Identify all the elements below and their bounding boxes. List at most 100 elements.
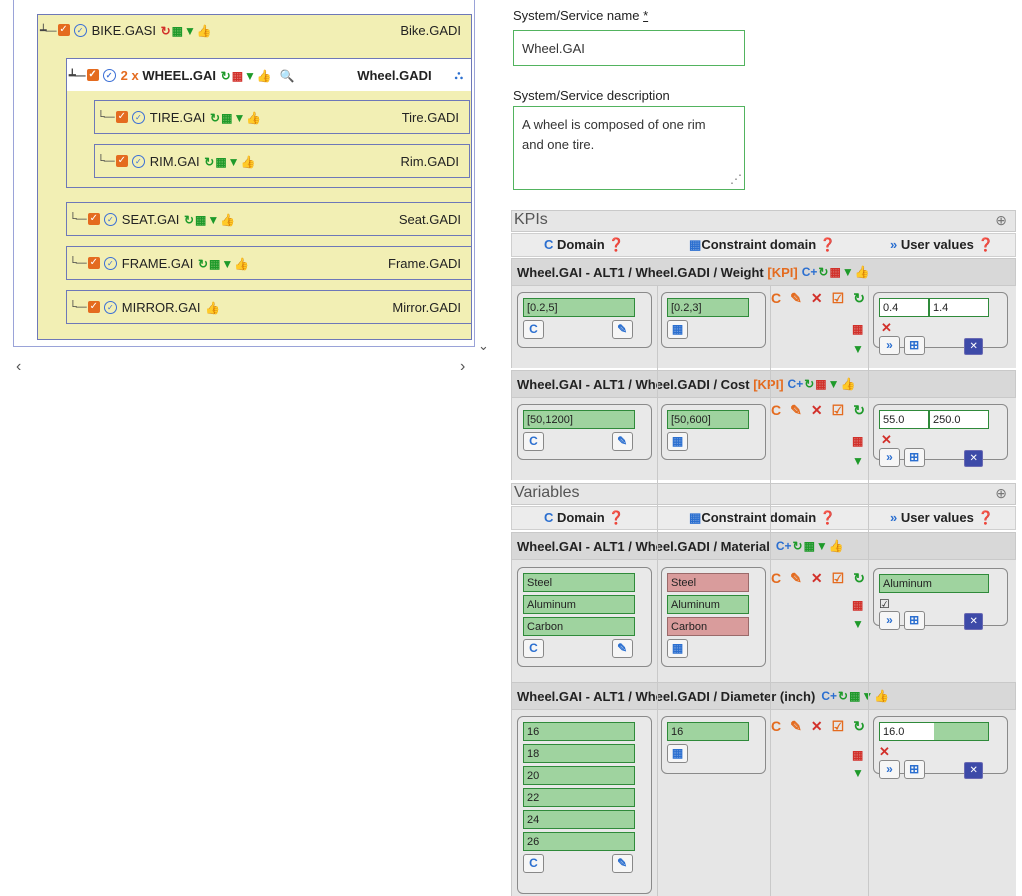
filter-icon[interactable]: ▼ (233, 111, 245, 125)
filter-icon[interactable]: ▼ (842, 265, 854, 279)
name-input[interactable]: Wheel.GAI (513, 30, 745, 66)
scroll-right-icon[interactable]: › (460, 358, 465, 376)
constraint-value[interactable]: [50,600] (667, 410, 749, 429)
calculator-icon[interactable]: ▦ (852, 748, 863, 762)
delete-icon[interactable]: ✕ (811, 402, 823, 419)
user-value[interactable]: Aluminum (879, 574, 989, 593)
user-min[interactable]: 55.0 (879, 410, 929, 429)
calculator-icon[interactable]: ▦ (209, 257, 220, 271)
edit-button[interactable]: ✎ (611, 432, 633, 451)
filter-icon[interactable]: ▼ (244, 69, 256, 83)
refresh-button[interactable]: C (523, 854, 544, 873)
refresh-icon[interactable]: ↻ (198, 257, 208, 271)
calculator-icon[interactable]: ▦ (221, 111, 232, 125)
filter-icon[interactable]: ▼ (184, 24, 196, 38)
delete-icon[interactable]: ✕ (811, 290, 823, 307)
filter-icon[interactable]: ▼ (221, 257, 233, 271)
remove-icon[interactable]: ✕ (881, 432, 892, 447)
thumbs-up-icon[interactable]: 👍 (241, 155, 256, 169)
thumbs-up-icon[interactable]: 👍 (829, 539, 844, 553)
edit-button[interactable]: ✎ (611, 320, 633, 339)
calculator-icon[interactable]: ▦ (172, 24, 183, 38)
calculator-icon[interactable]: ▦ (852, 598, 863, 612)
domain-value[interactable]: [0.2,5] (523, 298, 635, 317)
edit-icon[interactable]: ✎ (790, 570, 802, 587)
resize-handle-icon[interactable]: ⋰ (730, 172, 742, 186)
help-icon[interactable]: ❓ (977, 510, 993, 525)
calculator-icon[interactable]: ▦ (195, 213, 206, 227)
collapse-icon[interactable]: ⊕ (995, 485, 1007, 502)
check-icon[interactable]: ☑ (832, 402, 845, 419)
refresh-icon[interactable]: ↻ (793, 539, 803, 553)
help-icon[interactable]: ❓ (977, 237, 993, 252)
remove-icon[interactable]: ✕ (879, 744, 890, 759)
check-icon[interactable]: ✓ (86, 69, 99, 81)
filter-icon[interactable]: ▼ (852, 342, 864, 356)
refresh-icon[interactable]: ↻ (221, 69, 231, 83)
refresh-button[interactable]: C (523, 432, 544, 451)
add-button[interactable]: ⊞ (903, 760, 925, 779)
filter-icon[interactable]: ▼ (852, 617, 864, 631)
remove-icon[interactable]: ✕ (881, 320, 892, 335)
domain-value[interactable]: 24 (523, 810, 635, 829)
refresh-icon[interactable]: ↻ (804, 377, 814, 391)
domain-value[interactable]: Steel (523, 573, 635, 592)
delete-icon[interactable]: ✕ (811, 570, 823, 587)
calculator-icon[interactable]: ▦ (852, 434, 863, 448)
node-gadi[interactable]: Rim.GADI (401, 154, 460, 169)
constraint-value[interactable]: [0.2,3] (667, 298, 749, 317)
node-gadi[interactable]: Mirror.GADI (392, 300, 461, 315)
constraint-value[interactable]: Aluminum (667, 595, 749, 614)
tree-node-frame[interactable]: └— ✓ ✓ FRAME.GAI ↻▦▼👍 Frame.GADI (66, 246, 472, 280)
filter-icon[interactable]: ▼ (828, 377, 840, 391)
constraint-icon[interactable]: C (771, 570, 781, 587)
user-max[interactable]: 1.4 (929, 298, 989, 317)
add-constraint-icon[interactable]: C+ (821, 689, 837, 703)
calculator-icon[interactable]: ▦ (849, 689, 860, 703)
add-constraint-icon[interactable]: C+ (802, 265, 818, 279)
close-button[interactable]: ✕ (964, 613, 984, 630)
double-chevron-button[interactable]: » (879, 336, 900, 355)
check-icon[interactable]: ✓ (87, 301, 100, 313)
calculator-icon[interactable]: ▦ (215, 155, 226, 169)
add-constraint-icon[interactable]: C+ (776, 539, 792, 553)
constraint-value[interactable]: Steel (667, 573, 749, 592)
tree-node-rim[interactable]: └— ✓ ✓ RIM.GAI ↻▦▼👍 Rim.GADI (94, 144, 470, 178)
check-icon[interactable]: ☑ (832, 718, 845, 735)
node-gadi[interactable]: Frame.GADI (388, 256, 461, 271)
refresh-icon[interactable]: ↻ (204, 155, 214, 169)
close-button[interactable]: ✕ (964, 338, 984, 355)
add-button[interactable]: ⊞ (903, 336, 925, 355)
checkbox-icon[interactable]: ☑ (879, 597, 890, 611)
thumbs-up-icon[interactable]: 👍 (246, 111, 261, 125)
calculator-icon[interactable]: ▦ (829, 265, 840, 279)
refresh-icon[interactable]: ↻ (838, 689, 848, 703)
user-min[interactable]: 0.4 (879, 298, 929, 317)
domain-value[interactable]: [50,1200] (523, 410, 635, 429)
delete-icon[interactable]: ✕ (811, 718, 823, 735)
calculator-button[interactable]: ▦ (667, 639, 688, 658)
calculator-icon[interactable]: ▦ (852, 322, 863, 336)
scroll-left-icon[interactable]: ‹ (16, 358, 21, 376)
refresh-icon[interactable]: ↻ (853, 290, 865, 307)
domain-value[interactable]: 26 (523, 832, 635, 851)
check-icon[interactable]: ✓ (57, 24, 70, 36)
close-button[interactable]: ✕ (964, 450, 984, 467)
check-icon[interactable]: ✓ (115, 111, 128, 123)
tree-node-tire[interactable]: └— ✓ ✓ TIRE.GAI ↻▦▼👍 Tire.GADI (94, 100, 470, 134)
add-constraint-icon[interactable]: C+ (788, 377, 804, 391)
add-button[interactable]: ⊞ (903, 611, 925, 630)
tree-node-seat[interactable]: └— ✓ ✓ SEAT.GAI ↻▦▼👍 Seat.GADI (66, 202, 472, 236)
constraint-icon[interactable]: C (771, 290, 781, 307)
help-icon[interactable]: ❓ (820, 510, 836, 525)
calculator-icon[interactable]: ▦ (232, 69, 243, 83)
check-icon[interactable]: ✓ (87, 213, 100, 225)
constraint-value[interactable]: Carbon (667, 617, 749, 636)
calculator-icon[interactable]: ▦ (804, 539, 815, 553)
filter-icon[interactable]: ▼ (816, 539, 828, 553)
description-textarea[interactable]: A wheel is composed of one rim and one t… (513, 106, 745, 190)
help-icon[interactable]: ❓ (608, 237, 624, 252)
edit-icon[interactable]: ✎ (790, 718, 802, 735)
node-gadi[interactable]: Bike.GADI (400, 23, 461, 38)
thumbs-up-icon[interactable]: 👍 (257, 69, 272, 83)
